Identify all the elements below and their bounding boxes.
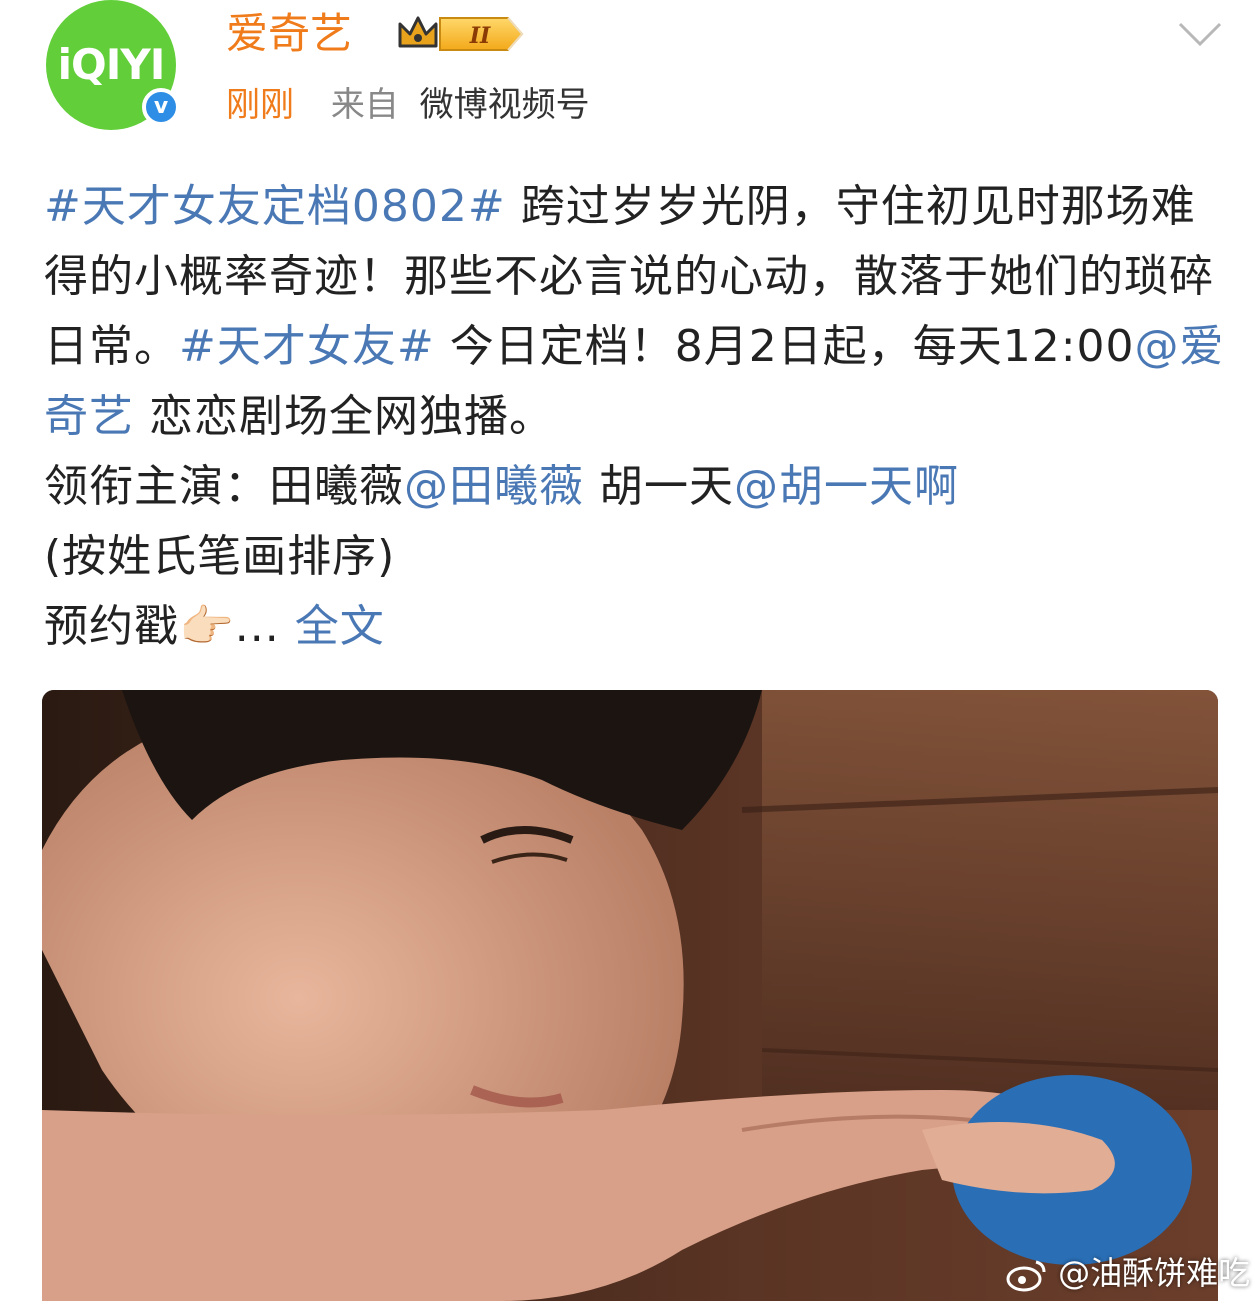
text-segment: 胡一天 [584,461,734,512]
mention-link[interactable]: @胡一天啊 [734,461,959,512]
crown-icon [398,16,438,48]
verified-icon: v [142,88,180,126]
author-name[interactable]: 爱奇艺 [226,8,352,60]
post-meta: 刚刚 来自 微博视频号 [226,82,590,128]
watermark-text: @油酥饼难吃 [1058,1254,1251,1292]
post-time: 刚刚 [226,85,294,125]
expand-full-text-link[interactable]: 全文 [295,601,385,652]
post-source[interactable]: 微博视频号 [420,85,590,125]
avatar-logo: iQIYI [57,40,166,89]
video-frame-image [42,690,1218,1301]
text-segment: 预约戳👉🏻... [44,601,280,652]
text-segment: 领衔主演：田曦薇 [44,461,404,512]
video-thumbnail[interactable] [42,690,1218,1301]
level-badge-text: II [469,23,491,49]
post-text: #天才女友定档0802# 跨过岁岁光阴，守住初见时那场难得的小概率奇迹！那些不必… [44,172,1234,662]
hashtag-link[interactable]: #天才女友# [179,321,435,372]
text-segment: 今日定档！8月2日起，每天12:00 [434,321,1135,372]
source-label: 来自 [330,85,399,125]
chevron-down-icon[interactable] [1176,18,1224,50]
text-segment: (按姓氏笔画排序) [44,531,396,582]
hashtag-link[interactable]: #天才女友定档0802# [44,181,506,232]
weibo-icon [1006,1260,1046,1292]
text-segment: 恋恋剧场全网独播。 [134,391,554,442]
avatar[interactable]: iQIYI v [46,0,180,130]
mention-link[interactable]: @田曦薇 [404,461,584,512]
member-level-badge[interactable]: II [396,12,528,56]
watermark: @油酥饼难吃 [1006,1248,1250,1294]
